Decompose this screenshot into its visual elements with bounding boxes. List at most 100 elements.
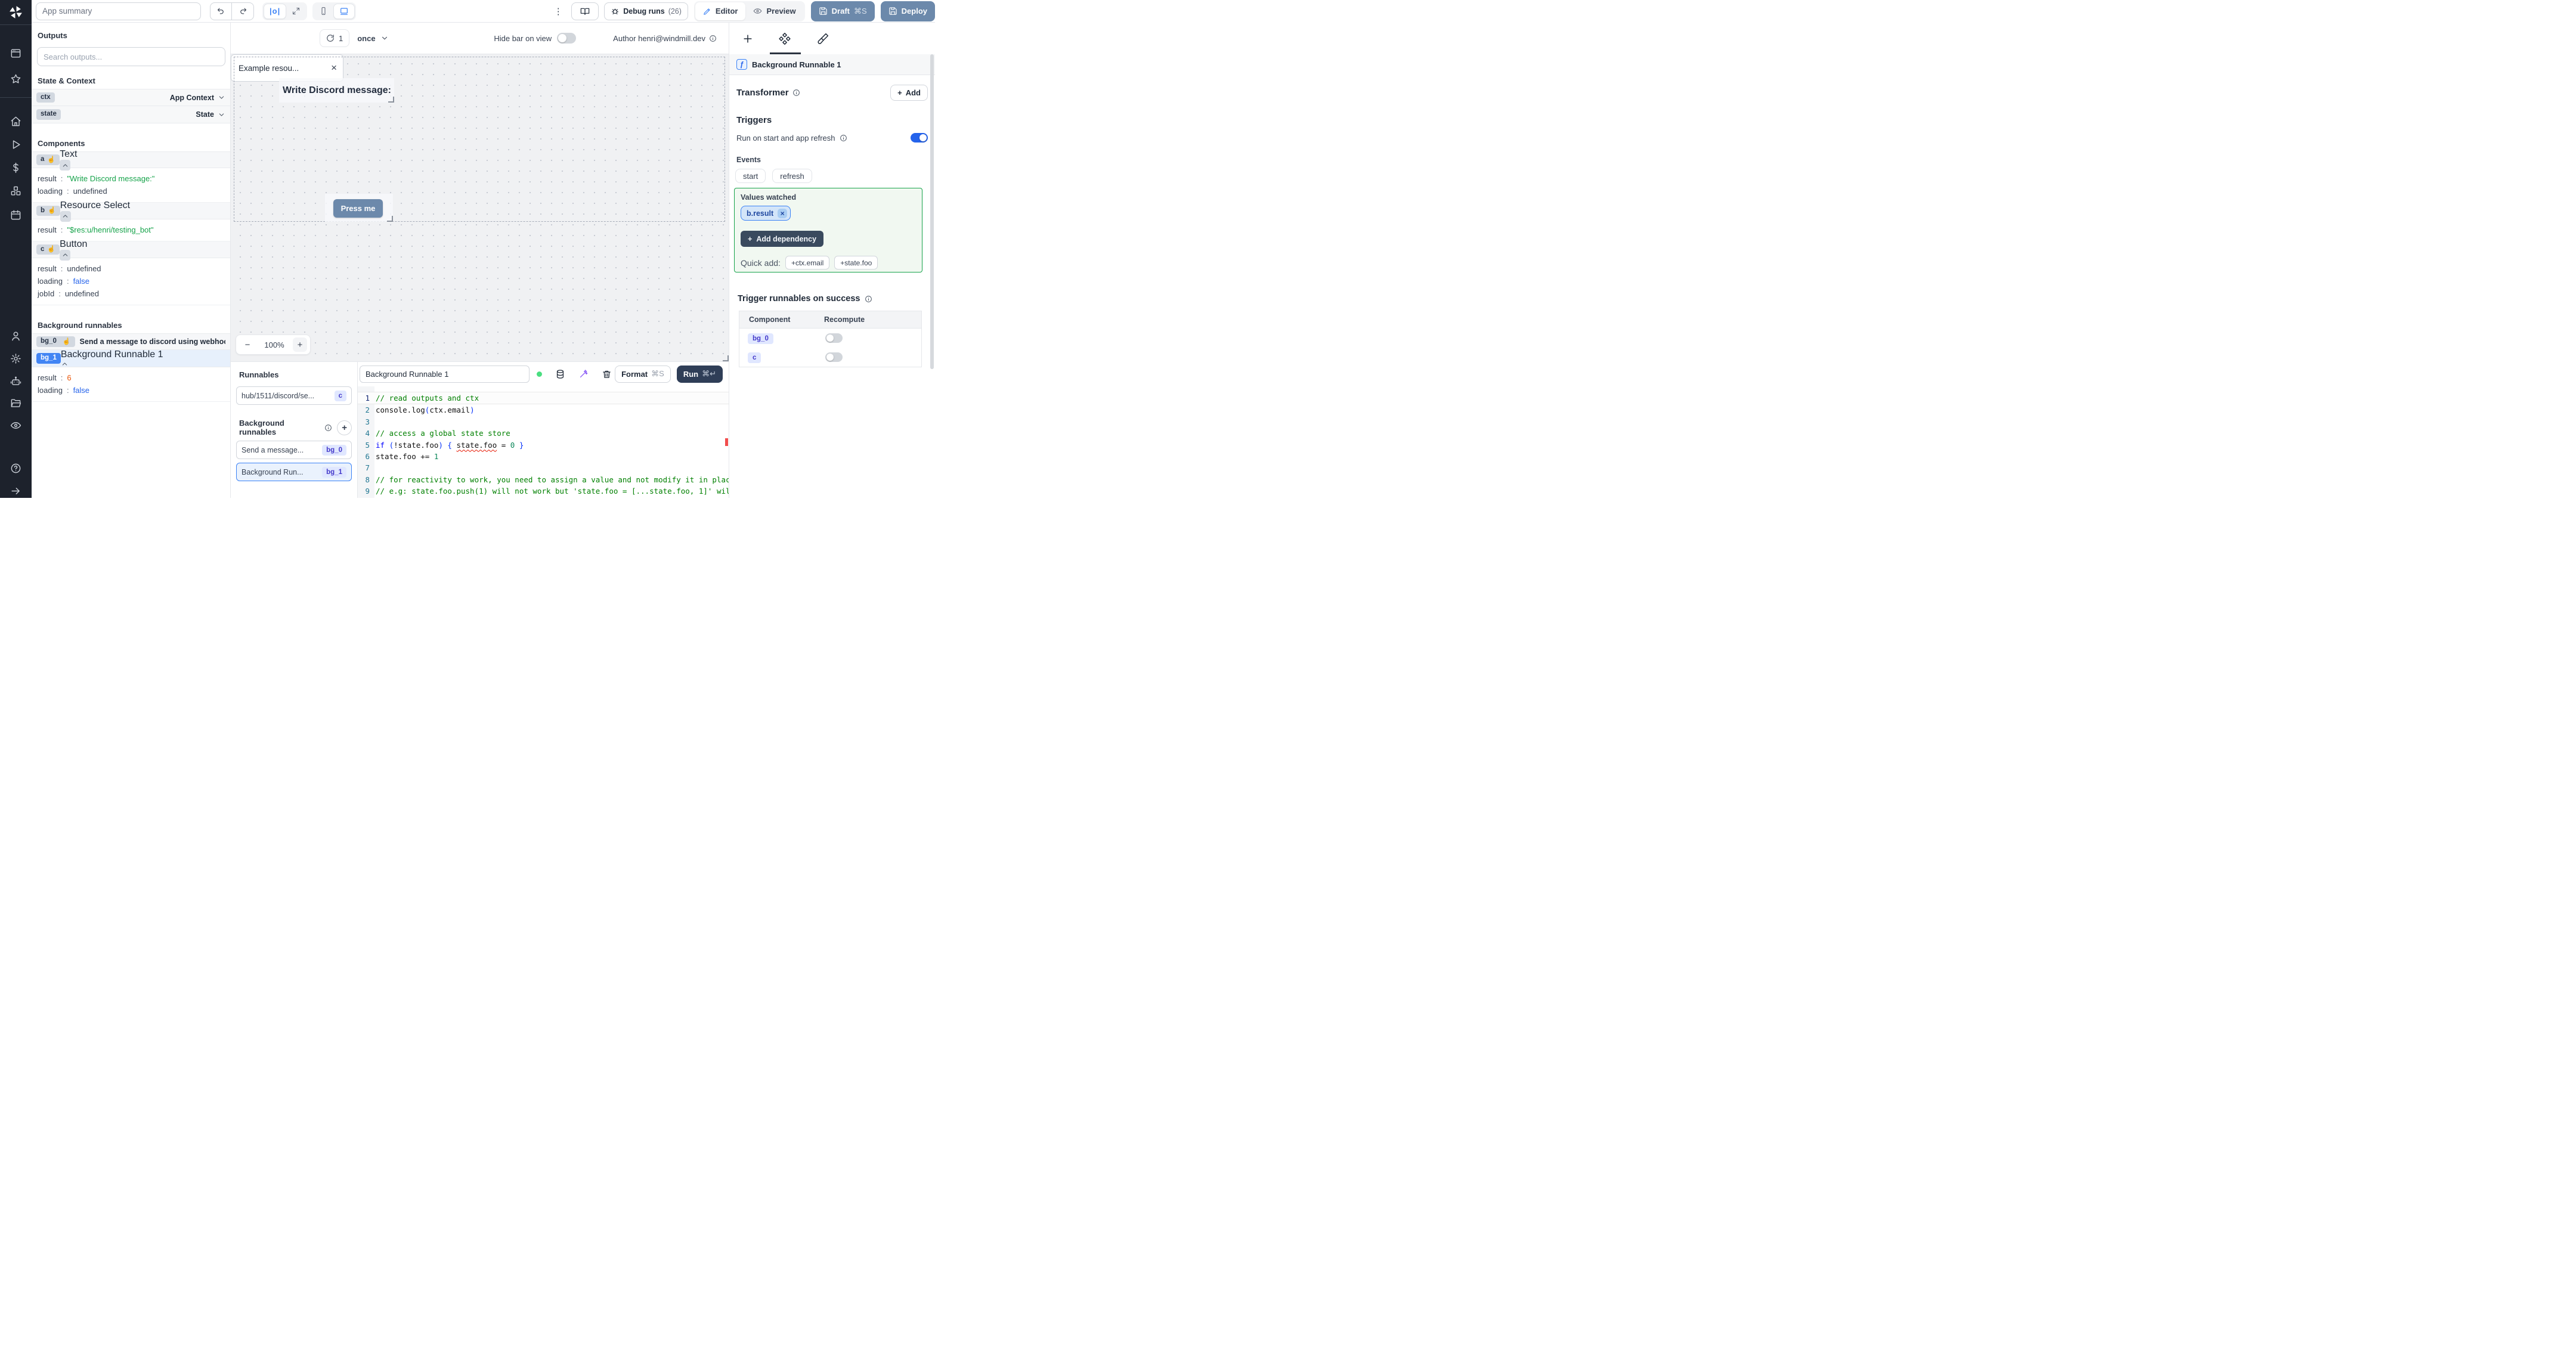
fullscreen-layout-button[interactable]: [286, 4, 306, 19]
add-transformer-button[interactable]: + Add: [890, 85, 928, 101]
info-icon[interactable]: [840, 134, 847, 142]
collapse-button[interactable]: [60, 249, 71, 261]
values-watched-label: Values watched: [741, 193, 797, 202]
recompute-toggle-bg0[interactable]: [825, 333, 843, 343]
chevron-down-icon[interactable]: [218, 111, 225, 119]
desktop-view-button[interactable]: [333, 3, 355, 19]
docs-button[interactable]: [571, 2, 599, 20]
debug-runs-button[interactable]: Debug runs (26): [604, 2, 688, 20]
mode-switcher: Editor Preview: [693, 1, 805, 21]
info-icon[interactable]: [324, 424, 332, 432]
component-badge: bg_0: [748, 333, 773, 344]
collapse-button[interactable]: [60, 210, 71, 222]
runnable-row-bg1[interactable]: bg_1 Background Runnable 1: [32, 349, 230, 368]
chevron-down-icon[interactable]: [218, 94, 225, 101]
users-icon[interactable]: [10, 330, 21, 342]
app-summary-input[interactable]: [36, 2, 201, 20]
windmill-logo-icon[interactable]: [8, 5, 23, 20]
quick-add-state-foo[interactable]: +state.foo: [834, 256, 878, 270]
hide-bar-toggle[interactable]: [557, 33, 577, 44]
more-menu-button[interactable]: ⋮: [553, 6, 563, 17]
zoom-in-button[interactable]: +: [293, 337, 307, 352]
zoom-out-button[interactable]: −: [239, 340, 256, 350]
remove-dependency-icon[interactable]: ×: [778, 208, 788, 218]
runnable-item-hub[interactable]: hub/1511/discord/se... c: [236, 386, 352, 405]
runs-play-icon[interactable]: [10, 139, 21, 150]
tab-preview[interactable]: Preview: [745, 2, 803, 20]
recompute-toggle-c[interactable]: [825, 352, 843, 362]
runnables-title: Runnables: [239, 370, 279, 379]
component-row-a[interactable]: a ☝ Text: [32, 149, 230, 171]
redo-button[interactable]: [232, 2, 254, 20]
component-settings-icon[interactable]: [779, 33, 791, 45]
deploy-button[interactable]: Deploy: [880, 1, 935, 21]
runnable-row-bg0[interactable]: bg_0 ☝ Send a message to discord using we…: [32, 333, 230, 350]
app-canvas[interactable]: Write Discord message: Example resou... …: [231, 54, 729, 361]
runnable-item-bg1-selected[interactable]: Background Run... bg_1: [236, 463, 352, 481]
divider: [0, 97, 32, 98]
mobile-view-button[interactable]: [314, 4, 333, 19]
selected-runnable-header: ƒ Background Runnable 1: [729, 54, 935, 75]
code-area[interactable]: 1// read outputs and ctx 2 console.log(ct…: [358, 386, 729, 498]
scrollbar-thumb[interactable]: [930, 54, 934, 369]
format-button[interactable]: Format ⌘S: [615, 365, 671, 383]
refresh-count-button[interactable]: 1: [320, 29, 350, 47]
undo-button[interactable]: [210, 2, 232, 20]
output-row-ctx[interactable]: ctx App Context: [32, 89, 230, 106]
favorites-star-icon[interactable]: [10, 73, 21, 85]
search-outputs-input[interactable]: [37, 47, 225, 66]
database-icon[interactable]: [555, 369, 565, 379]
code-line: 8// for reactivity to work, you need to …: [365, 475, 729, 484]
bg0-badge: bg_0 ☝: [36, 336, 75, 347]
debug-runs-count: (26): [668, 7, 682, 16]
resources-boxes-icon[interactable]: [10, 185, 21, 197]
help-icon[interactable]: [10, 463, 21, 474]
output-row-state[interactable]: state State: [32, 106, 230, 123]
press-me-button[interactable]: Press me: [333, 199, 383, 218]
event-chip-refresh[interactable]: refresh: [772, 169, 812, 183]
collapse-arrow-icon[interactable]: [10, 485, 21, 497]
save-icon: [819, 7, 827, 15]
audit-eye-icon[interactable]: [10, 420, 21, 431]
chevron-up-icon: [63, 253, 67, 256]
ai-wand-icon[interactable]: [578, 369, 589, 379]
variables-dollar-icon[interactable]: [10, 162, 21, 174]
draft-button[interactable]: Draft ⌘S: [810, 1, 875, 21]
folders-icon[interactable]: [10, 398, 21, 409]
dependency-chip[interactable]: b.result ×: [741, 206, 791, 221]
schedules-calendar-icon[interactable]: [10, 209, 21, 221]
theme-brush-icon[interactable]: [817, 33, 829, 45]
component-row-c[interactable]: c ☝ Button: [32, 239, 230, 261]
refresh-interval-select[interactable]: once: [357, 34, 388, 43]
info-icon[interactable]: [709, 35, 717, 42]
settings-gear-icon[interactable]: [10, 353, 21, 364]
text-component[interactable]: Write Discord message:: [279, 78, 394, 103]
canvas-toolbar: 1 once Hide bar on view Author henri@win…: [231, 23, 729, 54]
add-dependency-button[interactable]: + Add dependency: [741, 231, 824, 247]
run-button[interactable]: Run ⌘↵: [676, 365, 723, 383]
code-line: 4// access a global state store: [365, 429, 510, 438]
hide-bar-label: Hide bar on view: [494, 33, 552, 43]
collapse-button[interactable]: [60, 160, 71, 171]
run-on-start-toggle[interactable]: [911, 133, 928, 143]
center-layout-button[interactable]: |o|: [264, 3, 287, 19]
event-chip-start[interactable]: start: [735, 169, 766, 183]
info-icon[interactable]: [865, 295, 872, 303]
trash-icon[interactable]: [602, 369, 612, 379]
home-icon[interactable]: [10, 116, 21, 127]
runnable-item-bg0[interactable]: Send a message... bg_0: [236, 441, 352, 459]
info-icon[interactable]: [792, 89, 800, 97]
chevron-up-icon[interactable]: [61, 360, 69, 368]
code-line: 3: [365, 417, 370, 426]
workers-robot-icon[interactable]: [10, 376, 21, 387]
runnable-name-input[interactable]: [360, 365, 530, 383]
quick-add-ctx-email[interactable]: +ctx.email: [785, 256, 830, 270]
tab-editor[interactable]: Editor: [695, 2, 746, 20]
apps-icon[interactable]: [10, 48, 21, 59]
component-row-b[interactable]: b ☝ Resource Select: [32, 200, 230, 222]
settings-tabs: [729, 23, 935, 54]
runnable-badge: bg_1: [322, 466, 346, 478]
add-background-runnable-button[interactable]: +: [337, 420, 352, 435]
button-component-shell[interactable]: Press me: [325, 194, 393, 222]
insert-component-plus-icon[interactable]: [742, 33, 754, 45]
